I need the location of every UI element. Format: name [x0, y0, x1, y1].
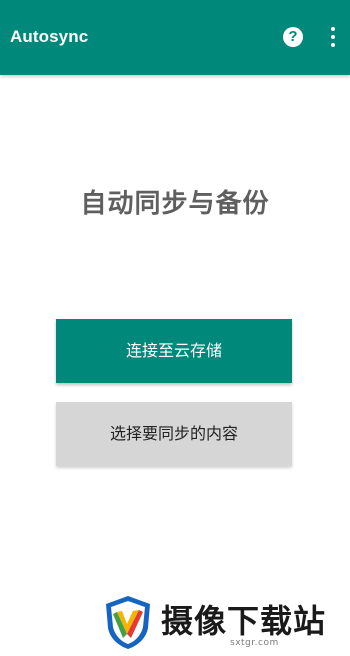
overflow-dot	[331, 27, 335, 31]
watermark: 摄像下载站 sxtgr.com	[100, 592, 345, 654]
overflow-dot	[331, 35, 335, 39]
app-screen: Autosync ? 自动同步与备份 连接至云存储 选择要同步的内容 摄像下载站…	[0, 0, 350, 656]
watermark-brand-text: 摄像下载站	[161, 602, 327, 640]
app-bar: Autosync ?	[0, 0, 350, 75]
page-headline: 自动同步与备份	[80, 189, 270, 219]
help-icon[interactable]: ?	[283, 27, 303, 47]
watermark-domain-text: sxtgr.com	[230, 638, 279, 648]
overflow-dot	[331, 43, 335, 47]
overflow-menu-icon[interactable]	[324, 26, 342, 48]
shield-logo-icon	[106, 596, 150, 649]
app-title: Autosync	[10, 27, 89, 46]
connect-cloud-storage-button[interactable]: 连接至云存储	[56, 319, 292, 383]
choose-sync-content-button[interactable]: 选择要同步的内容	[56, 402, 292, 466]
